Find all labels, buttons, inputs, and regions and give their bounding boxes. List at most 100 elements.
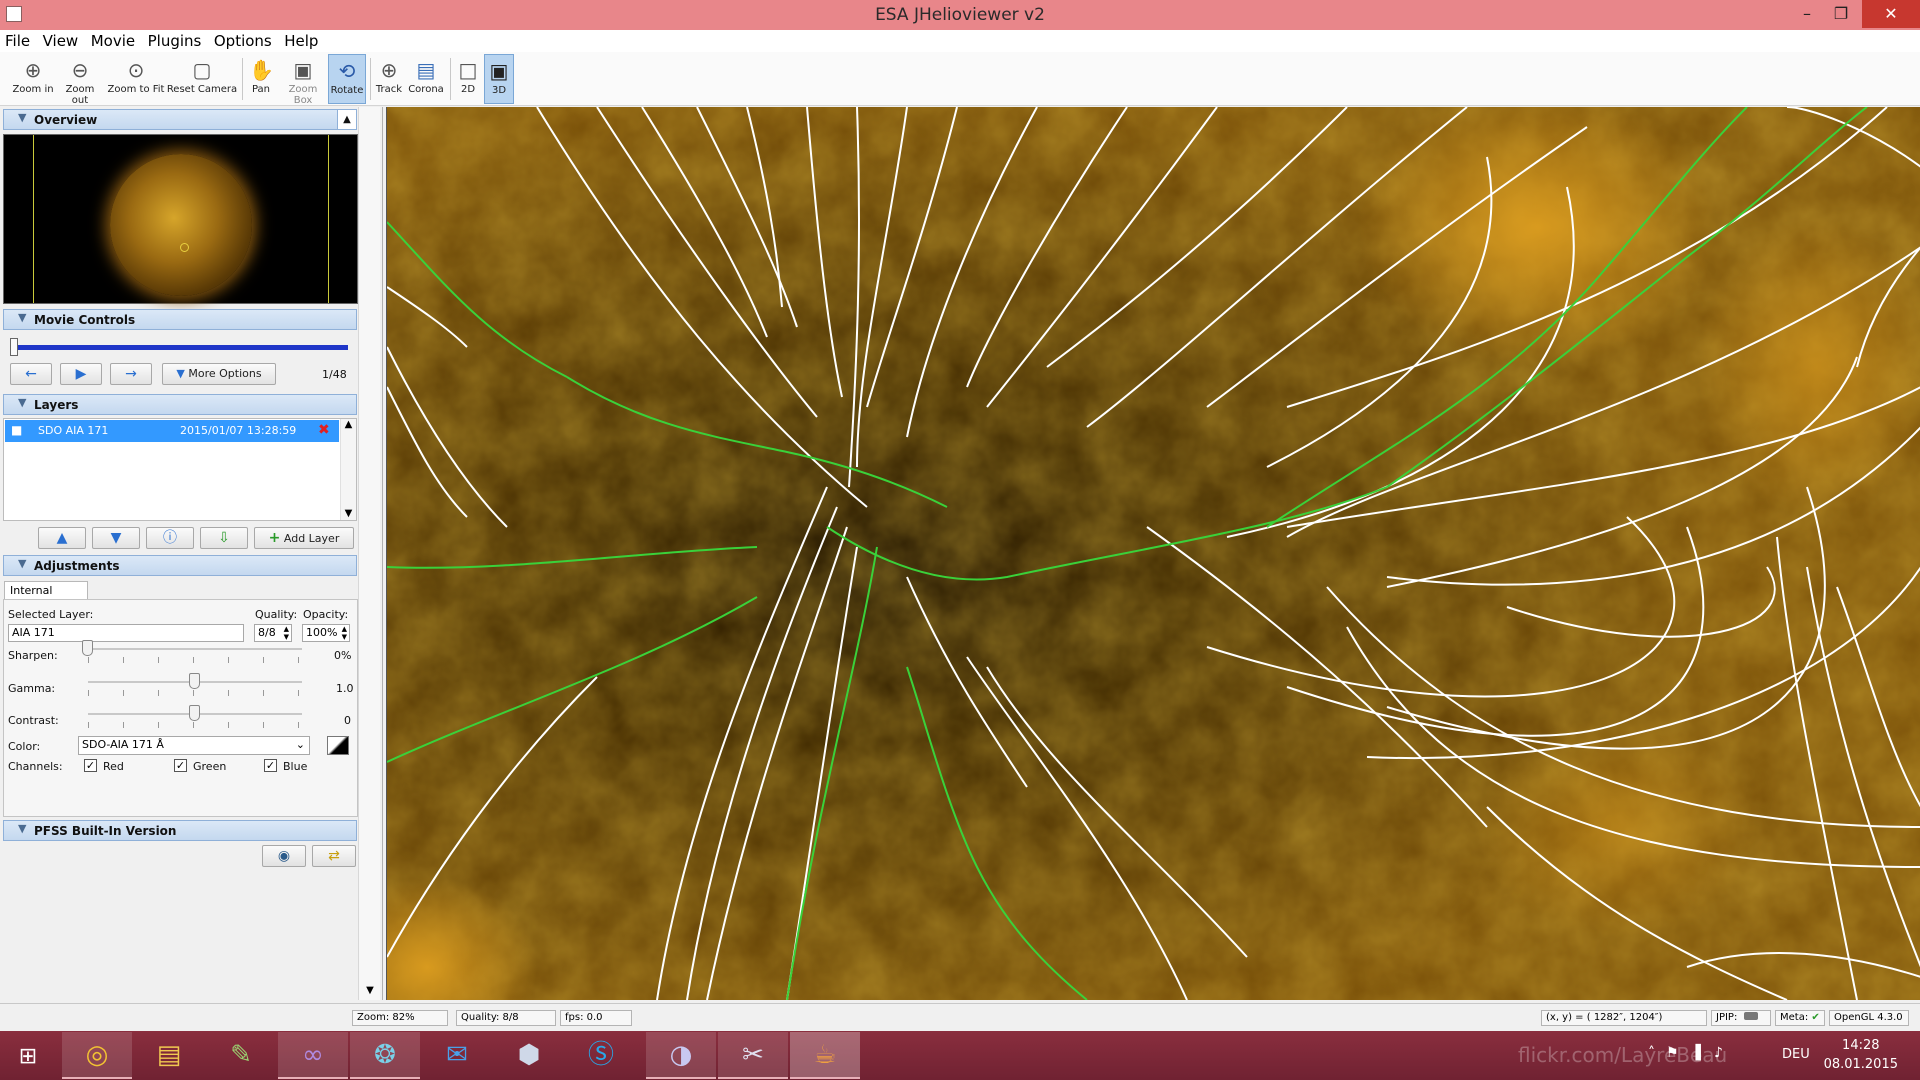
timeline-thumb[interactable] <box>10 338 18 356</box>
maximize-button[interactable]: ❐ <box>1818 0 1864 28</box>
layer-list-scrollbar[interactable]: ▲ ▼ <box>340 419 356 520</box>
flag-icon[interactable]: ⚑ <box>1666 1045 1679 1061</box>
crosshair-icon: ⊕ <box>380 58 398 82</box>
remove-layer-icon[interactable]: ✖ <box>318 422 330 438</box>
title-bar: ESA JHelioviewer v2 – ❐ ✕ <box>0 0 1920 30</box>
more-options-button[interactable]: ▼ More Options <box>162 363 276 385</box>
adjustments-header[interactable]: ▼ Adjustments <box>3 555 357 576</box>
toolbar-separator <box>242 58 243 100</box>
red-channel-checkbox[interactable]: ✓ <box>84 759 97 772</box>
move-layer-down-button[interactable]: ▼ <box>92 527 140 549</box>
layer-row[interactable]: ■ SDO AIA 171 2015/01/07 13:28:59 ✖ <box>5 420 339 442</box>
menu-help[interactable]: Help <box>279 30 322 50</box>
arrow-left-icon: ← <box>25 366 37 382</box>
scroll-down-icon[interactable]: ▼ <box>341 508 356 519</box>
chevron-down-icon: ▼ <box>18 111 27 124</box>
taskbar-notepad[interactable]: ✎ <box>206 1032 276 1079</box>
quality-label: Quality: <box>255 608 298 621</box>
sharpen-slider[interactable] <box>88 648 302 650</box>
tab-internal-plugins[interactable]: Internal Plugins <box>4 581 88 610</box>
next-frame-button[interactable]: → <box>110 363 152 385</box>
taskbar-java[interactable]: ☕ <box>790 1032 860 1079</box>
taskbar-chrome[interactable]: ◎ <box>62 1032 132 1079</box>
play-button[interactable]: ▶ <box>60 363 102 385</box>
taskbar-network-app[interactable]: ❂ <box>350 1032 420 1079</box>
close-button[interactable]: ✕ <box>1862 0 1920 28</box>
volume-icon[interactable]: ♪ <box>1714 1045 1723 1061</box>
toolbar-separator <box>450 58 451 100</box>
layers-header[interactable]: ▼ Layers <box>3 394 357 415</box>
scroll-up-icon[interactable]: ▲ <box>337 109 357 130</box>
green-channel-checkbox[interactable]: ✓ <box>174 759 187 772</box>
gamma-ticks <box>88 690 302 696</box>
move-layer-up-button[interactable]: ▲ <box>38 527 86 549</box>
invert-colormap-button[interactable] <box>327 736 349 755</box>
taskbar-virtualbox[interactable]: ⬢ <box>494 1032 564 1079</box>
pfss-refresh-button[interactable]: ⇄ <box>312 845 356 867</box>
zoom-in-button[interactable]: ⊕ Zoom in <box>12 54 54 104</box>
track-button[interactable]: ⊕ Track <box>373 54 405 104</box>
taskbar-visual-studio[interactable]: ∞ <box>278 1032 348 1079</box>
network-signal-icon[interactable]: ▐ <box>1690 1045 1701 1061</box>
zoom-out-button[interactable]: ⊖ Zoom out <box>56 54 104 106</box>
zoom-to-fit-button[interactable]: ⊙ Zoom to Fit <box>106 54 166 104</box>
movie-controls-header[interactable]: ▼ Movie Controls <box>3 309 357 330</box>
start-button[interactable]: ⊞ <box>0 1032 56 1079</box>
sharpen-ticks <box>88 657 302 663</box>
scroll-up-icon[interactable]: ▲ <box>341 419 356 430</box>
overview-header[interactable]: ▼ Overview ▲ <box>3 109 357 130</box>
menu-view[interactable]: View <box>38 30 83 50</box>
taskbar-eclipse[interactable]: ◑ <box>646 1032 716 1079</box>
connection-icon <box>1743 1012 1758 1020</box>
taskbar-skype[interactable]: Ⓢ <box>566 1032 636 1079</box>
triangle-up-icon: ▲ <box>56 530 68 546</box>
taskbar-snipping-tool[interactable]: ✂ <box>718 1032 788 1079</box>
selected-layer-label: Selected Layer: <box>8 608 94 621</box>
taskbar-outlook[interactable]: ✉ <box>422 1032 492 1079</box>
opacity-spinner[interactable]: 100% ▲ ▼ <box>302 624 350 642</box>
rotate-button[interactable]: ⟲ Rotate <box>328 54 366 104</box>
taskbar-clock[interactable]: 14:28 08.01.2015 <box>1824 1036 1898 1074</box>
spinner-arrows-icon[interactable]: ▲ ▼ <box>284 625 289 641</box>
zoom-box-button[interactable]: ▣ Zoom Box <box>278 54 328 106</box>
download-layer-button[interactable]: ⇩ <box>200 527 248 549</box>
menu-movie[interactable]: Movie <box>86 30 139 50</box>
coordinates-status: (x, y) = ( 1282″, 1204″) <box>1541 1010 1707 1026</box>
2d-mode-button[interactable]: □ 2D <box>454 54 482 104</box>
pfss-visibility-button[interactable]: ◉ <box>262 845 306 867</box>
toolbar: ⊕ Zoom in ⊖ Zoom out ⊙ Zoom to Fit ▢ Reset C… <box>0 52 1920 106</box>
jpip-status: JPIP: <box>1711 1010 1771 1026</box>
pan-button[interactable]: ✋ Pan <box>246 54 276 104</box>
blue-channel-checkbox[interactable]: ✓ <box>264 759 277 772</box>
menu-plugins[interactable]: Plugins <box>143 30 206 50</box>
overview-thumbnail[interactable] <box>3 134 358 304</box>
scroll-down-icon[interactable]: ▼ <box>359 985 381 996</box>
sharpen-knob[interactable] <box>82 640 93 656</box>
solar-3d-viewer[interactable] <box>386 107 1920 1000</box>
left-panel: ▼ Overview ▲ ▼ Movie Controls ← ▶ → ▼ Mo… <box>0 107 383 1000</box>
menu-file[interactable]: File <box>0 30 34 50</box>
color-select[interactable]: SDO-AIA 171 Å ⌄ <box>78 736 310 755</box>
previous-frame-button[interactable]: ← <box>10 363 52 385</box>
solar-image-canvas[interactable] <box>387 107 1920 1000</box>
reset-camera-button[interactable]: ▢ Reset Camera <box>166 54 238 104</box>
language-indicator[interactable]: DEU <box>1782 1047 1810 1062</box>
menu-options[interactable]: Options <box>209 30 276 50</box>
layer-name: SDO AIA 171 <box>38 424 109 437</box>
movie-clip-icon: ■ <box>11 423 23 437</box>
gamma-knob[interactable] <box>189 673 200 689</box>
spinner-arrows-icon[interactable]: ▲ ▼ <box>342 625 347 641</box>
pfss-header[interactable]: ▼ PFSS Built-In Version <box>3 820 357 841</box>
layer-info-button[interactable]: ⓘ <box>146 527 194 549</box>
selected-layer-field[interactable]: AIA 171 <box>8 624 244 642</box>
add-layer-button[interactable]: + Add Layer <box>254 527 354 549</box>
clock-date: 08.01.2015 <box>1823 1057 1898 1072</box>
quality-spinner[interactable]: 8/8 ▲ ▼ <box>254 624 292 642</box>
green-channel-label: Green <box>193 760 227 773</box>
left-panel-scrollbar[interactable]: ▼ <box>358 107 380 1000</box>
corona-button[interactable]: ▤ Corona <box>406 54 446 104</box>
contrast-knob[interactable] <box>189 705 200 721</box>
3d-mode-button[interactable]: ▣ 3D <box>484 54 514 104</box>
taskbar-file-explorer[interactable]: ▤ <box>134 1032 204 1079</box>
show-hidden-icons[interactable]: ˄ <box>1648 1045 1655 1061</box>
